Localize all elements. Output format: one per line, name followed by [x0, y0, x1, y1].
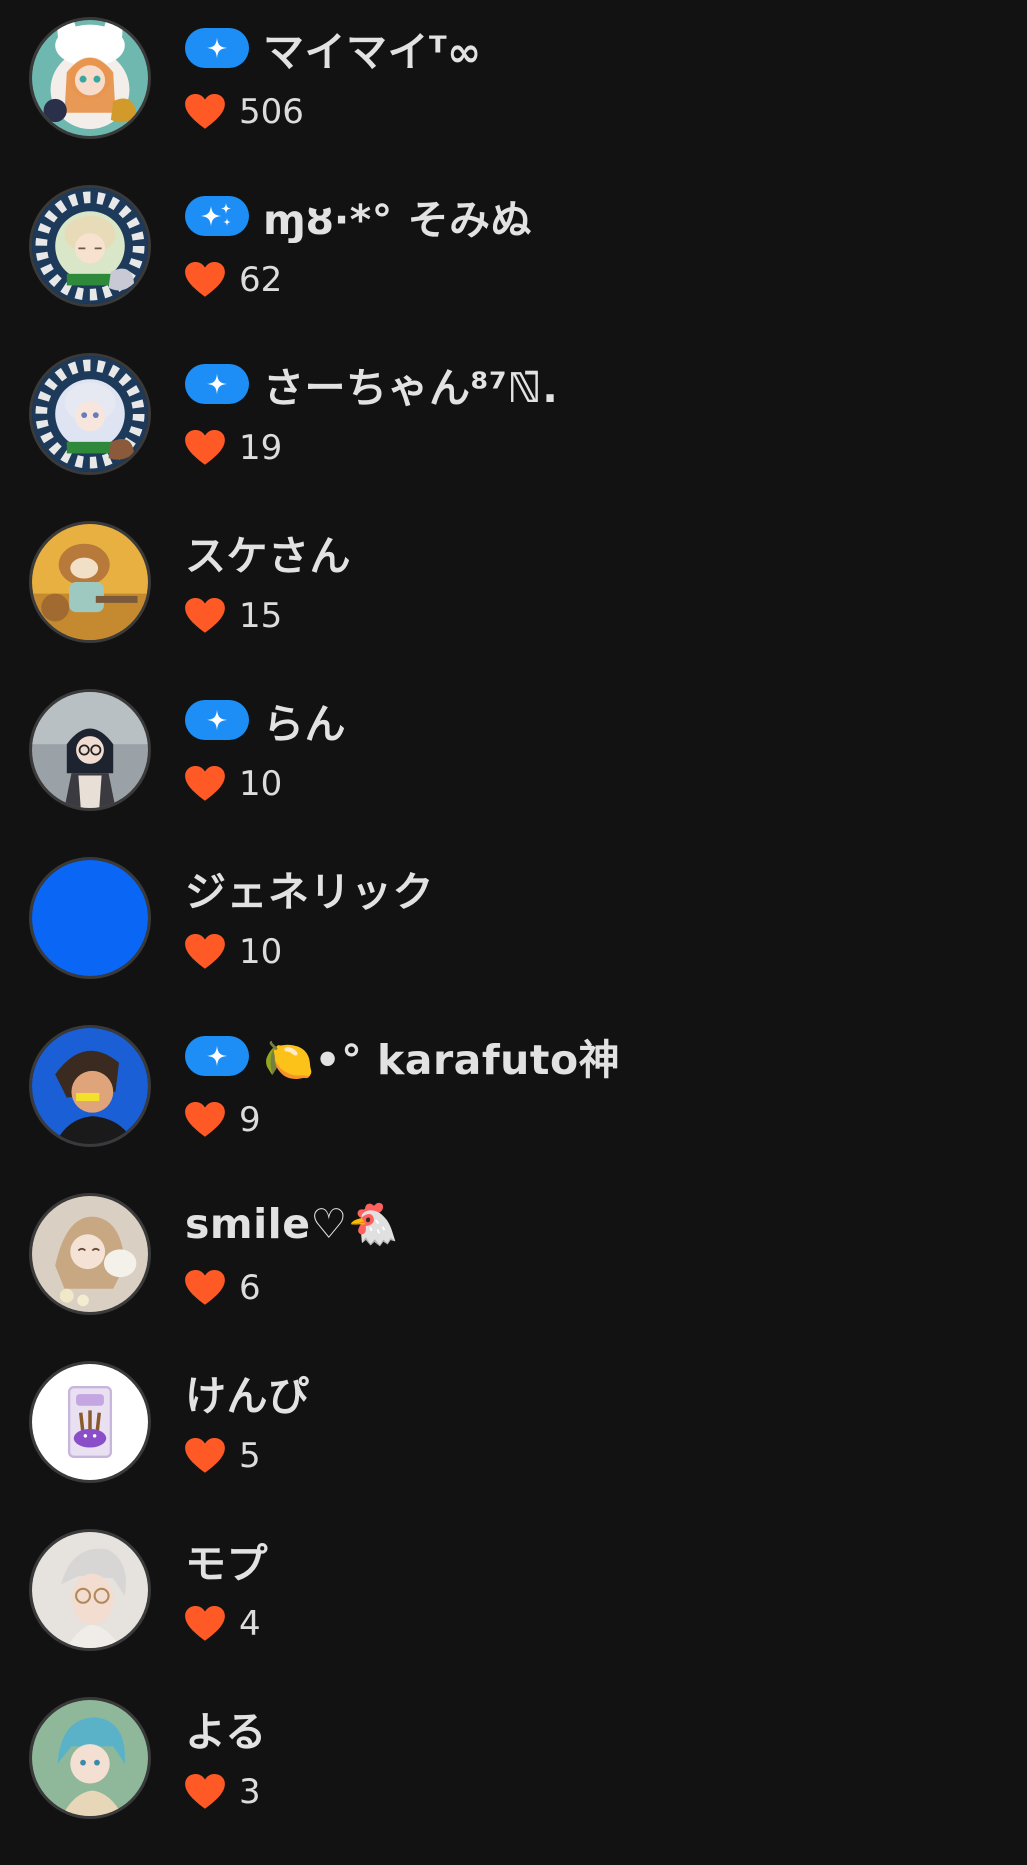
user-name[interactable]: さーちゃん⁸⁷ℕ̄. [263, 354, 558, 414]
avatar[interactable] [29, 1529, 151, 1651]
sparkle-badge [185, 1036, 249, 1076]
heart-icon [185, 262, 225, 297]
user-name[interactable]: らん [263, 690, 346, 750]
list-item[interactable]: 🍋•° karafuto神 9 [0, 1025, 1027, 1193]
like-count: 9 [239, 1100, 261, 1140]
avatar[interactable] [29, 1361, 151, 1483]
heart-icon [185, 766, 225, 801]
sparkle-icon [206, 709, 228, 731]
like-count: 10 [239, 932, 283, 972]
user-name[interactable]: 🍋•° karafuto神 [263, 1026, 620, 1086]
user-name[interactable]: マイマイᵀ∞ [263, 18, 482, 78]
avatar[interactable] [29, 1193, 151, 1315]
like-count: 3 [239, 1772, 261, 1812]
user-like-list: マイマイᵀ∞ 506 ɱȣ·*° そみぬ 62 さーちゃん⁸⁷ℕ̄. 19 スケ… [0, 0, 1027, 1827]
like-count: 506 [239, 92, 304, 132]
heart-icon [185, 1270, 225, 1305]
avatar[interactable] [29, 521, 151, 643]
list-item[interactable]: ɱȣ·*° そみぬ 62 [0, 185, 1027, 353]
user-name[interactable]: ジェネリック [185, 858, 434, 918]
sparkle-icon [206, 373, 228, 395]
like-count: 5 [239, 1436, 261, 1476]
avatar[interactable] [29, 17, 151, 139]
avatar[interactable] [29, 1697, 151, 1819]
like-count: 19 [239, 428, 283, 468]
heart-icon [185, 94, 225, 129]
list-item[interactable]: smile♡🐔 6 [0, 1193, 1027, 1361]
list-item[interactable]: モプ 4 [0, 1529, 1027, 1697]
heart-icon [185, 1606, 225, 1641]
list-item[interactable]: よる 3 [0, 1697, 1027, 1865]
avatar[interactable] [29, 857, 151, 979]
like-count: 6 [239, 1268, 261, 1308]
avatar[interactable] [29, 689, 151, 811]
sparkles-icon [201, 203, 231, 226]
list-item[interactable]: スケさん 15 [0, 521, 1027, 689]
like-count: 15 [239, 596, 283, 636]
user-name[interactable]: スケさん [185, 522, 351, 582]
user-name[interactable]: モプ [185, 1530, 268, 1590]
user-name[interactable]: ɱȣ·*° そみぬ [263, 186, 532, 246]
sparkle-badge [185, 364, 249, 404]
user-name[interactable]: けんぴ [185, 1362, 310, 1422]
avatar[interactable] [29, 353, 151, 475]
like-count: 62 [239, 260, 283, 300]
list-item[interactable]: らん 10 [0, 689, 1027, 857]
like-count: 4 [239, 1604, 261, 1644]
sparkle-icon [206, 37, 228, 59]
heart-icon [185, 1102, 225, 1137]
like-count: 10 [239, 764, 283, 804]
avatar[interactable] [29, 185, 151, 307]
heart-icon [185, 1438, 225, 1473]
heart-icon [185, 1774, 225, 1809]
heart-icon [185, 598, 225, 633]
list-item[interactable]: マイマイᵀ∞ 506 [0, 17, 1027, 185]
heart-icon [185, 934, 225, 969]
list-item[interactable]: けんぴ 5 [0, 1361, 1027, 1529]
sparkle-icon [206, 1045, 228, 1067]
user-name[interactable]: よる [185, 1698, 267, 1758]
avatar[interactable] [29, 1025, 151, 1147]
list-item[interactable]: ジェネリック 10 [0, 857, 1027, 1025]
list-item[interactable]: さーちゃん⁸⁷ℕ̄. 19 [0, 353, 1027, 521]
sparkle-badge [185, 196, 249, 236]
heart-icon [185, 430, 225, 465]
sparkle-badge [185, 28, 249, 68]
user-name[interactable]: smile♡🐔 [185, 1200, 399, 1249]
sparkle-badge [185, 700, 249, 740]
